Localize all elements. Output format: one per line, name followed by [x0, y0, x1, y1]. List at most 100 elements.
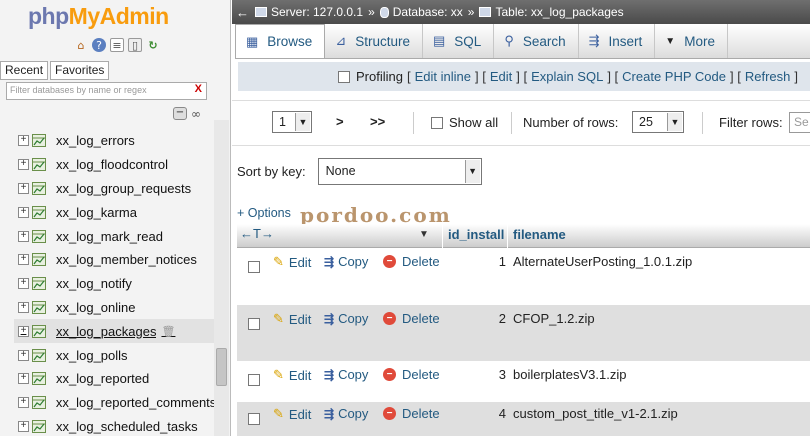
profiling-checkbox[interactable] — [338, 70, 350, 83]
link-icon[interactable]: ∞ — [189, 107, 203, 121]
reload-icon[interactable]: ↻ — [146, 38, 160, 52]
options-link[interactable]: + Options — [237, 206, 291, 220]
column-header-id-install[interactable]: id_install — [442, 224, 504, 248]
column-arrows-icon[interactable]: ←T→ — [240, 226, 274, 241]
favorites-tab[interactable]: Favorites — [50, 61, 110, 80]
sidebar-item-table[interactable]: + xx_log_reported_comments — [14, 391, 214, 415]
expand-icon[interactable]: + — [18, 254, 29, 266]
collapse-all-icon[interactable]: − — [173, 107, 187, 120]
expand-icon[interactable]: + — [18, 230, 29, 242]
expand-icon[interactable]: + — [18, 420, 29, 432]
row-edit-button[interactable]: ✎ Edit — [273, 254, 311, 270]
refresh-link[interactable]: Refresh — [745, 69, 791, 84]
table-icon[interactable] — [32, 205, 46, 219]
row-checkbox[interactable] — [248, 413, 260, 425]
expand-icon[interactable]: + — [18, 278, 29, 290]
table-icon[interactable] — [32, 419, 46, 433]
table-icon[interactable] — [32, 348, 46, 362]
tab-sql[interactable]: ▤ SQL — [423, 24, 495, 58]
settings-icon[interactable]: ▯ — [128, 38, 142, 52]
sidebar-item-table[interactable]: + xx_log_karma — [14, 200, 214, 224]
row-copy-button[interactable]: ⇶ Copy — [324, 254, 368, 269]
sidebar-item-table[interactable]: + xx_log_errors — [14, 129, 214, 153]
nav-scrollbar-thumb[interactable] — [216, 348, 227, 386]
table-icon[interactable] — [32, 253, 46, 267]
row-delete-button[interactable]: − Delete — [383, 367, 440, 382]
edit-inline-link[interactable]: Edit inline — [415, 69, 471, 84]
show-all-toggle[interactable]: Show all — [431, 115, 498, 130]
tab-more[interactable]: ▼ More — [655, 24, 728, 58]
column-header-filename[interactable]: filename — [507, 224, 566, 248]
home-icon[interactable]: ⌂ — [74, 38, 88, 52]
expand-icon[interactable]: + — [18, 182, 29, 194]
clear-filter-icon[interactable]: X — [195, 83, 202, 95]
row-delete-button[interactable]: − Delete — [383, 406, 440, 421]
row-checkbox[interactable] — [248, 374, 260, 386]
expand-icon[interactable]: + — [18, 349, 29, 361]
expand-icon[interactable]: + — [18, 206, 29, 218]
table-icon[interactable] — [32, 300, 46, 314]
sidebar-item-table[interactable]: + xx_log_mark_read — [14, 224, 214, 248]
breadcrumb-server[interactable]: Server: 127.0.0.1» — [255, 5, 380, 19]
empty-table-icon[interactable]: 🗑 — [161, 325, 175, 338]
chevron-down-icon[interactable]: ▼ — [419, 229, 429, 240]
row-checkbox[interactable] — [248, 318, 260, 330]
expand-icon[interactable]: + — [18, 301, 29, 313]
explain-sql-link[interactable]: Explain SQL — [531, 69, 603, 84]
expand-icon[interactable]: + — [18, 325, 29, 337]
sidebar-item-table[interactable]: + xx_log_group_requests — [14, 177, 214, 201]
table-icon[interactable] — [32, 158, 46, 172]
last-page-button[interactable]: >> — [370, 114, 385, 129]
row-copy-button[interactable]: ⇶ Copy — [324, 311, 368, 326]
edit-link[interactable]: Edit — [490, 69, 512, 84]
sidebar-item-table[interactable]: + xx_log_notify — [14, 272, 214, 296]
page-select[interactable]: 1 ▼ — [272, 111, 312, 133]
row-edit-button[interactable]: ✎ Edit — [273, 311, 311, 327]
phpmyadmin-logo[interactable]: phpMyAdmin — [28, 3, 169, 30]
sidebar-item-table[interactable]: + xx_log_floodcontrol — [14, 153, 214, 177]
help-icon[interactable]: ? — [92, 38, 106, 52]
tab-search[interactable]: ⚲ Search — [494, 24, 579, 58]
row-delete-button[interactable]: − Delete — [383, 254, 440, 269]
table-icon[interactable] — [32, 229, 46, 243]
tab-insert[interactable]: ⇶ Insert — [579, 24, 656, 58]
filter-rows-input[interactable]: Se — [789, 112, 810, 133]
table-icon[interactable] — [31, 396, 46, 410]
sidebar-item-table[interactable]: + xx_log_packages 🗑 — [14, 319, 214, 344]
docs-icon[interactable]: ≡ — [110, 38, 124, 52]
row-delete-button[interactable]: − Delete — [383, 311, 440, 326]
table-icon[interactable] — [32, 134, 46, 148]
sidebar-item-table[interactable]: + xx_log_online — [14, 296, 214, 320]
expand-icon[interactable]: + — [18, 373, 29, 385]
table-icon[interactable] — [32, 277, 46, 291]
back-arrow-icon[interactable]: ← — [236, 5, 249, 20]
row-edit-button[interactable]: ✎ Edit — [273, 406, 311, 422]
row-checkbox[interactable] — [248, 261, 260, 273]
sidebar-item-table[interactable]: + xx_log_reported — [14, 367, 214, 391]
create-php-code-link[interactable]: Create PHP Code — [622, 69, 726, 84]
sort-key-select[interactable]: None ▼ — [317, 157, 482, 185]
table-icon[interactable] — [32, 372, 46, 386]
breadcrumb-table[interactable]: Table: xx_log_packages — [479, 5, 624, 19]
database-filter-input[interactable]: Filter databases by name or regex X — [6, 82, 207, 100]
nav-scrollbar[interactable] — [214, 120, 229, 436]
sidebar-item-table[interactable]: + xx_log_member_notices — [14, 248, 214, 272]
sidebar-item-table[interactable]: + xx_log_scheduled_tasks — [14, 415, 214, 436]
tab-structure[interactable]: ⊿ Structure — [325, 24, 423, 58]
tab-browse[interactable]: ▦ Browse — [235, 24, 326, 58]
sidebar-item-table[interactable]: + xx_log_polls — [14, 343, 214, 367]
row-copy-button[interactable]: ⇶ Copy — [324, 367, 368, 382]
nav-icon-bar: ⌂ ? ≡ ▯ ↻ — [74, 38, 160, 52]
row-copy-button[interactable]: ⇶ Copy — [324, 406, 368, 421]
row-edit-button[interactable]: ✎ Edit — [273, 367, 311, 383]
table-icon[interactable] — [32, 181, 46, 195]
recent-tab[interactable]: Recent — [0, 61, 49, 80]
next-page-button[interactable]: > — [336, 114, 344, 129]
breadcrumb-database[interactable]: Database: xx» — [379, 5, 480, 19]
expand-icon[interactable]: + — [18, 159, 29, 171]
expand-icon[interactable]: + — [18, 397, 29, 409]
show-all-checkbox[interactable] — [431, 116, 443, 129]
number-of-rows-select[interactable]: 25 ▼ — [632, 111, 684, 133]
table-icon[interactable] — [32, 324, 46, 338]
expand-icon[interactable]: + — [18, 135, 29, 147]
